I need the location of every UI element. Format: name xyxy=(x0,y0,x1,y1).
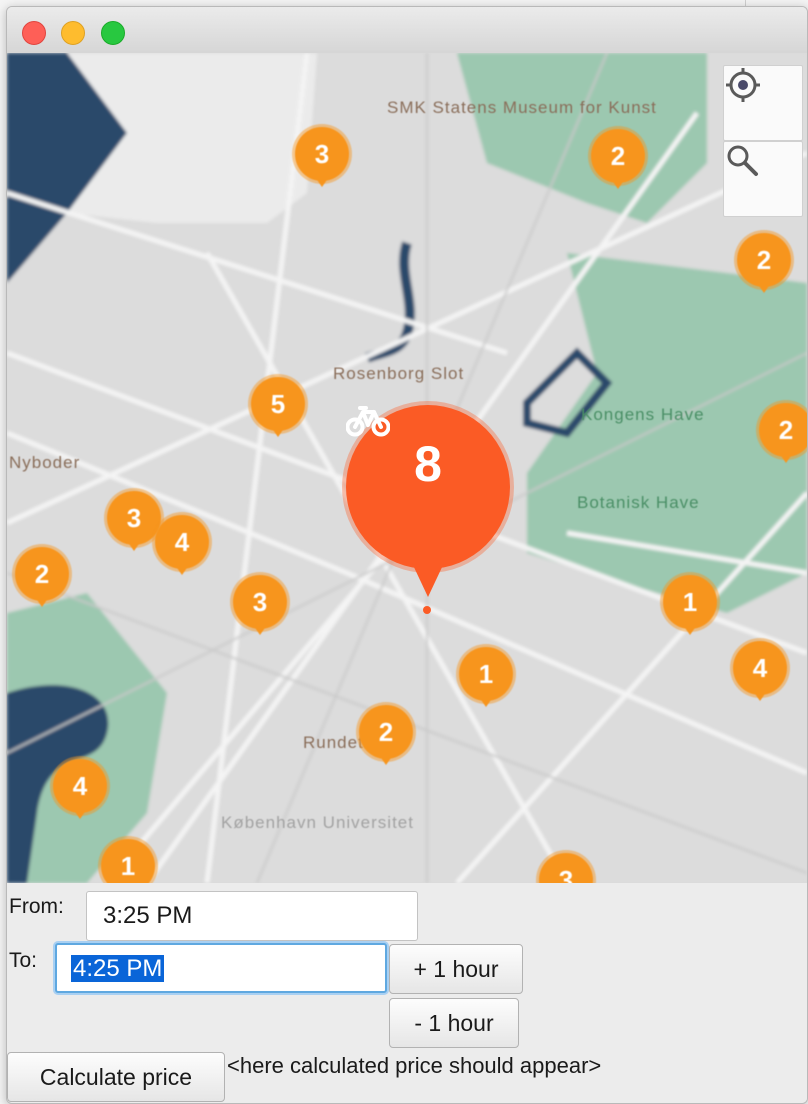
bike-cluster[interactable]: 3 xyxy=(233,575,287,635)
selected-cluster-count: 8 xyxy=(414,436,442,492)
map-label-botanisk: Botanisk Have xyxy=(577,493,700,512)
booking-form: From: 3:25 PM To: 4:25 PM + 1 hour - 1 h… xyxy=(7,883,807,1103)
bike-cluster[interactable]: 4 xyxy=(53,759,107,819)
bike-cluster[interactable]: 2 xyxy=(15,547,69,607)
from-time-field[interactable]: 3:25 PM xyxy=(86,891,418,941)
locate-icon xyxy=(726,68,760,102)
bike-cluster[interactable]: 2 xyxy=(359,705,413,765)
price-result-text: <here calculated price should appear> xyxy=(227,1053,602,1078)
to-time-selection: 4:25 PM xyxy=(71,955,165,982)
plus-hour-button[interactable]: + 1 hour xyxy=(389,944,523,994)
zoom-icon xyxy=(727,145,758,176)
calculate-price-button[interactable]: Calculate price xyxy=(7,1052,225,1102)
minimize-button[interactable] xyxy=(61,21,85,45)
bike-cluster[interactable]: 2 xyxy=(591,129,645,189)
locate-button[interactable] xyxy=(723,65,803,141)
bike-cluster[interactable]: 3 xyxy=(107,491,161,551)
bike-cluster[interactable]: 2 xyxy=(737,233,791,293)
bike-cluster[interactable]: 5 xyxy=(251,377,305,437)
to-time-field[interactable]: 4:25 PM xyxy=(55,943,387,993)
bike-cluster[interactable]: 2 xyxy=(759,403,807,463)
bike-cluster[interactable]: 3 xyxy=(295,127,349,187)
selected-bike-cluster[interactable]: 8 xyxy=(346,405,510,597)
map-label-kongens-have: Kongens Have xyxy=(581,405,705,424)
minus-hour-button[interactable]: - 1 hour xyxy=(389,998,519,1048)
close-button[interactable] xyxy=(22,21,46,45)
bike-icon xyxy=(346,406,390,437)
map-label-nyboder: Nyboder xyxy=(9,453,81,472)
location-pin xyxy=(423,606,431,614)
bike-cluster[interactable]: 1 xyxy=(459,647,513,707)
to-label: To: xyxy=(9,949,38,972)
zoom-map-button[interactable] xyxy=(723,141,803,217)
bike-cluster[interactable]: 1 xyxy=(663,575,717,635)
map-label-smk: SMK Statens Museum for Kunst xyxy=(387,98,657,117)
title-bar xyxy=(7,7,807,54)
bike-cluster[interactable]: 4 xyxy=(155,515,209,575)
map-label-university: København Universitet xyxy=(221,813,414,832)
bike-cluster[interactable]: 4 xyxy=(733,641,787,701)
map-view[interactable]: SMK Statens Museum for Kunst Kongens Hav… xyxy=(7,53,807,883)
app-window: SMK Statens Museum for Kunst Kongens Hav… xyxy=(6,6,808,1104)
from-label: From: xyxy=(9,895,64,918)
map-label-rosenborg: Rosenborg Slot xyxy=(333,364,465,383)
zoom-button[interactable] xyxy=(101,21,125,45)
